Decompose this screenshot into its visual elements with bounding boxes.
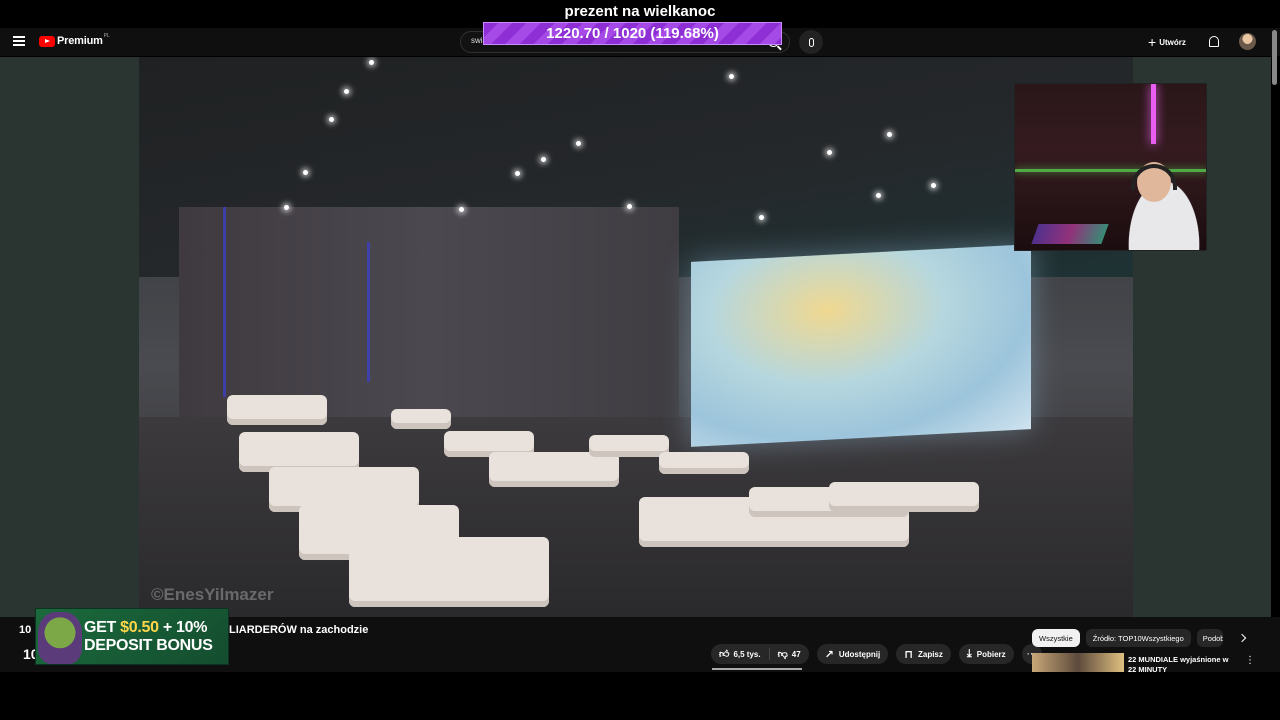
download-button[interactable]: ⤓ Pobierz <box>958 644 1014 664</box>
share-icon: ↗ <box>824 648 834 661</box>
ceiling-light <box>931 183 936 188</box>
youtube-logo[interactable]: Premium PL <box>39 33 110 47</box>
recommendation-chips: Wszystkie Źródło: TOP10Wszystkiego Podob <box>1032 629 1247 647</box>
chevron-right-icon[interactable] <box>1237 633 1247 643</box>
thumbs-up-icon: 👍︎ <box>719 649 730 660</box>
create-button[interactable]: + Utwórz <box>1148 33 1186 51</box>
ceiling-light <box>344 89 349 94</box>
recommendation-thumbnail[interactable] <box>1032 653 1124 672</box>
download-icon: ⤓ <box>966 647 972 660</box>
share-button[interactable]: ↗ Udostępnij <box>816 644 889 664</box>
video-frame[interactable]: ©EnesYilmazer <box>139 57 1133 617</box>
download-label: Pobierz <box>976 649 1006 659</box>
recommendation-menu-icon[interactable]: ⋮ <box>1245 655 1255 666</box>
ad-mascot <box>38 612 82 664</box>
ceiling-light <box>729 74 734 79</box>
voice-search-button[interactable] <box>799 30 823 54</box>
chip-all[interactable]: Wszystkie <box>1032 629 1080 647</box>
ad-line1: GET $0.50 + 10% <box>84 619 208 636</box>
youtube-play-icon <box>39 35 55 47</box>
thumbs-down-icon: 👎︎ <box>777 649 788 660</box>
donation-goal-bar: 1220.70 / 1020 (119.68%) <box>483 22 782 45</box>
like-count: 6,5 tys. <box>733 649 761 659</box>
cinema-seat <box>659 452 749 474</box>
bookmark-icon: ⊓ <box>904 648 913 661</box>
rgb-keyboard <box>1031 224 1109 244</box>
cinema-seat <box>489 452 619 487</box>
video-info-bar: 10 10 LIARDERÓW na zachodzie GET $0.50 +… <box>0 608 1280 675</box>
ceiling-light <box>303 170 308 175</box>
ambient-left <box>0 57 139 617</box>
accent-light-line <box>367 242 370 382</box>
cinema-seat <box>589 435 669 457</box>
logo-region: PL <box>103 33 110 39</box>
hamburger-menu-icon[interactable] <box>13 36 25 46</box>
logo-text: Premium <box>57 35 103 47</box>
cinema-seat <box>829 482 979 512</box>
chip-similar[interactable]: Podob <box>1196 629 1223 647</box>
cinema-seat <box>227 395 327 425</box>
like-dislike-group: 👍︎ 6,5 tys. 👎︎ 47 <box>711 644 809 664</box>
cinema-seat <box>239 432 359 472</box>
ceiling-light <box>369 60 374 65</box>
hover-underline <box>712 668 802 670</box>
video-title-prefix: 10 <box>19 624 32 636</box>
streamer-webcam <box>1014 83 1207 251</box>
ceiling-light <box>541 157 546 162</box>
wall <box>179 207 679 417</box>
ceiling-light <box>887 132 892 137</box>
ad-banner[interactable]: GET $0.50 + 10% DEPOSIT BONUS <box>35 608 229 665</box>
ceiling-light <box>576 141 581 146</box>
cinema-seat <box>391 409 451 429</box>
avatar[interactable] <box>1239 33 1256 50</box>
dislike-count: 47 <box>791 649 801 659</box>
ceiling-light <box>329 117 334 122</box>
ceiling-light <box>627 204 632 209</box>
stream-overlay-title: prezent na wielkanoc <box>564 3 716 20</box>
create-label: Utwórz <box>1159 37 1186 47</box>
plus-icon: + <box>1148 34 1157 50</box>
ad-line2: DEPOSIT BONUS <box>84 637 213 654</box>
video-actions: 👍︎ 6,5 tys. 👎︎ 47 ↗ Udostępnij ⊓ Zapisz … <box>711 644 1042 664</box>
ceiling-light <box>515 171 520 176</box>
neon-light-pink <box>1151 84 1156 144</box>
like-button[interactable]: 👍︎ 6,5 tys. <box>711 648 770 660</box>
save-button[interactable]: ⊓ Zapisz <box>896 644 951 664</box>
video-watermark: ©EnesYilmazer <box>151 585 274 604</box>
cinema-seat <box>349 537 549 607</box>
chip-source[interactable]: Źródło: TOP10Wszystkiego <box>1085 629 1191 647</box>
share-label: Udostępnij <box>838 649 881 659</box>
save-label: Zapisz <box>917 649 943 659</box>
ceiling-light <box>459 207 464 212</box>
video-title: LIARDERÓW na zachodzie <box>229 624 369 636</box>
accent-light-line <box>223 207 226 397</box>
ceiling-light <box>759 215 764 220</box>
mic-icon <box>808 37 814 47</box>
page-scrollbar[interactable] <box>1272 30 1277 85</box>
recommendation-title[interactable]: 22 MUNDIALE wyjaśnione w 22 MINUTY <box>1128 655 1238 675</box>
ceiling-light <box>876 193 881 198</box>
cinema-screen <box>691 244 1031 447</box>
dislike-button[interactable]: 👎︎ 47 <box>770 648 809 660</box>
ceiling-light <box>284 205 289 210</box>
notifications-bell-icon[interactable] <box>1209 36 1219 47</box>
ceiling-light <box>827 150 832 155</box>
